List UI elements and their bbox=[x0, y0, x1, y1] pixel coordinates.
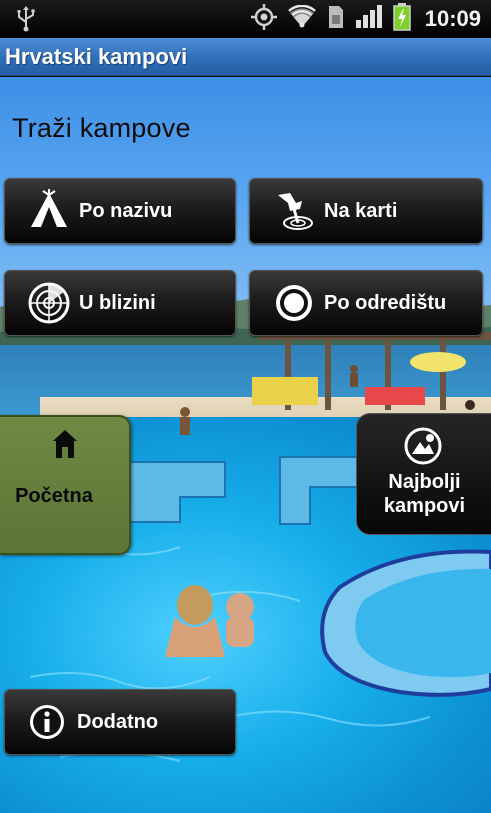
search-by-name-button[interactable]: Po nazivu bbox=[4, 178, 236, 244]
radar-icon bbox=[27, 281, 71, 325]
clock: 10:09 bbox=[424, 6, 481, 31]
search-by-destination-label: Po odredištu bbox=[324, 291, 447, 314]
search-by-name-label: Po nazivu bbox=[79, 199, 173, 222]
home-icon bbox=[52, 429, 78, 464]
search-nearby-label: U blizini bbox=[79, 291, 156, 314]
info-icon bbox=[25, 700, 69, 744]
app-title: Hrvatski kampovi bbox=[5, 44, 188, 69]
battery-charging-icon bbox=[392, 2, 411, 36]
search-on-map-button[interactable]: Na karti bbox=[249, 178, 483, 244]
wifi-icon bbox=[287, 4, 317, 34]
more-info-button[interactable]: Dodatno bbox=[4, 689, 236, 755]
search-heading: Traži kampove bbox=[12, 113, 191, 143]
more-info-label: Dodatno bbox=[77, 710, 159, 733]
target-icon bbox=[272, 281, 316, 325]
app-title-bar: Hrvatski kampovi bbox=[0, 38, 491, 76]
best-camps-label-line2: kampovi bbox=[383, 495, 466, 517]
search-by-destination-button[interactable]: Po odredištu bbox=[249, 270, 483, 336]
best-camps-tab[interactable]: Najbolji kampovi bbox=[356, 413, 491, 535]
search-nearby-button[interactable]: U blizini bbox=[4, 270, 236, 336]
usb-icon bbox=[14, 6, 38, 32]
best-camps-label-line1: Najbolji bbox=[388, 471, 461, 493]
gps-icon bbox=[250, 3, 277, 35]
sim-icon bbox=[327, 5, 345, 34]
map-pin-icon bbox=[272, 189, 316, 233]
home-tab[interactable]: Početna bbox=[0, 415, 131, 555]
best-camps-icon bbox=[403, 426, 443, 471]
status-bar: 10:09 bbox=[0, 0, 491, 38]
tent-icon bbox=[27, 189, 71, 233]
search-on-map-label: Na karti bbox=[324, 199, 398, 222]
best-camps-label: Najbolji kampovi bbox=[357, 470, 491, 518]
home-tab-label: Početna bbox=[15, 485, 93, 507]
signal-icon bbox=[355, 4, 383, 34]
